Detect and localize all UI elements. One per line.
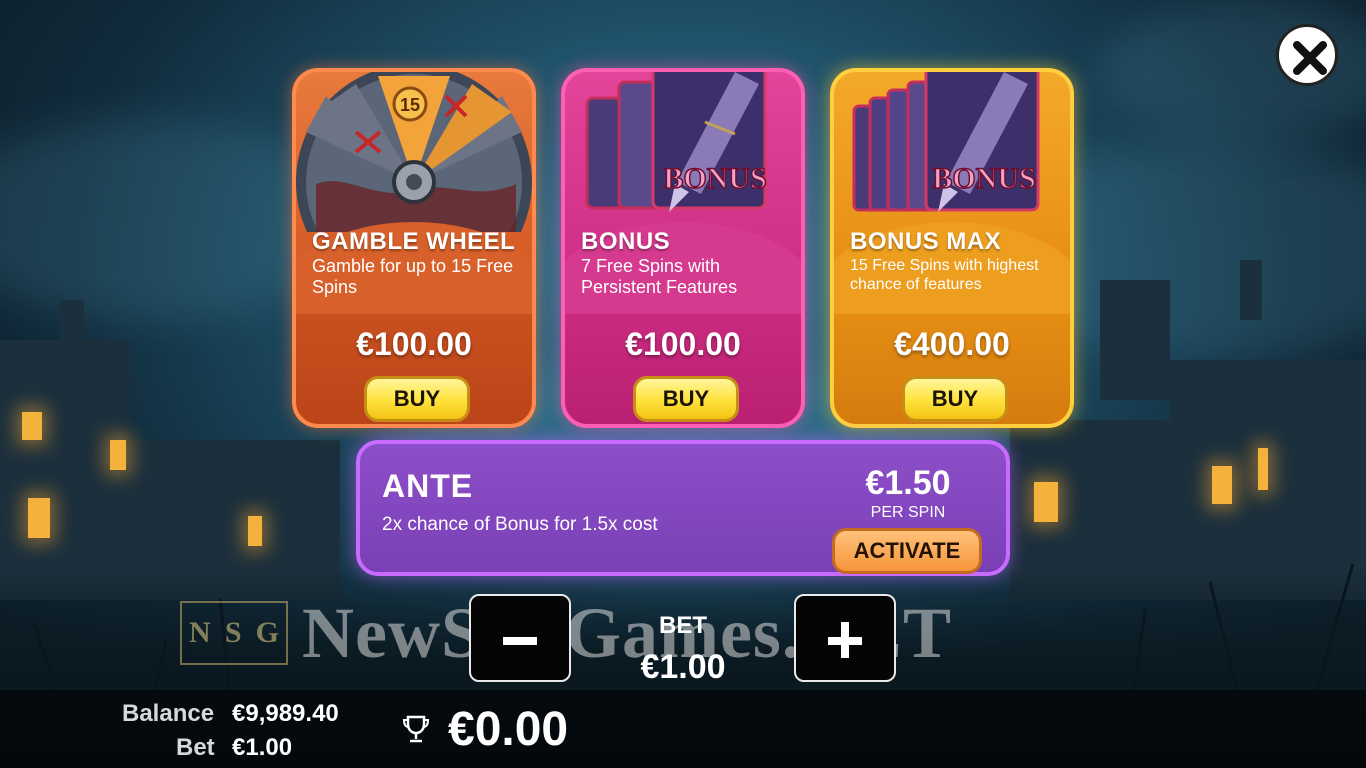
bonus-max-art-text: BONUS (932, 162, 1035, 195)
bet-decrease-button[interactable] (469, 594, 571, 682)
card-price: €400.00 (894, 326, 1010, 362)
house-window (1212, 466, 1232, 504)
close-button[interactable] (1276, 24, 1338, 86)
card-description: Gamble for up to 15 Free Spins (312, 256, 514, 297)
close-icon (1293, 41, 1327, 75)
bet-increase-button[interactable] (794, 594, 896, 682)
house-window (1034, 482, 1058, 522)
ante-panel: ANTE 2x chance of Bonus for 1.5x cost €1… (356, 440, 1010, 576)
card-price: €100.00 (625, 326, 741, 362)
card-title: BONUS (581, 228, 671, 255)
watermark-logo: N S G (180, 601, 288, 665)
bet-summary-label: Bet (176, 734, 215, 761)
gamble-wheel-card: 15 GAMBLE WHEEL Gamble for up to 15 Free… (292, 68, 536, 428)
ante-description: 2x chance of Bonus for 1.5x cost (382, 514, 658, 535)
balance-value: €9,989.40 (232, 700, 339, 727)
win-value: €0.00 (448, 703, 569, 756)
buy-gamble-wheel-button[interactable]: BUY (364, 376, 470, 422)
bet-summary-value: €1.00 (232, 734, 293, 761)
buy-bonus-max-button[interactable]: BUY (902, 376, 1008, 422)
ante-price-suffix: PER SPIN (870, 504, 946, 521)
house-window (248, 516, 262, 546)
activate-ante-button[interactable]: ACTIVATE (832, 528, 982, 574)
bonus-max-card: BONUS BONUS MAX 15 Free Spins with highe… (830, 68, 1074, 428)
ante-price: €1.50 (865, 464, 951, 502)
bonus-art-text: BONUS (663, 162, 766, 195)
bonus-card: BONUS BONUS 7 Free Spins with Persistent… (561, 68, 805, 428)
wheel-number: 15 (400, 95, 420, 115)
card-description: 15 Free Spins with highest chance of fea… (850, 257, 1039, 293)
card-title: BONUS MAX (850, 228, 1002, 255)
card-description: 7 Free Spins with Persistent Features (581, 256, 738, 297)
trophy-icon (402, 715, 430, 743)
ante-title: ANTE (382, 468, 474, 504)
buy-bonus-button[interactable]: BUY (633, 376, 739, 422)
house-window (28, 498, 50, 538)
card-title: GAMBLE WHEEL (312, 228, 516, 255)
balance-label: Balance (122, 700, 215, 727)
card-price: €100.00 (356, 326, 472, 362)
house-window (110, 440, 126, 470)
bet-label: BET (659, 612, 707, 639)
house-window (22, 412, 42, 440)
bet-value: €1.00 (640, 648, 726, 686)
house-window (1258, 448, 1268, 490)
